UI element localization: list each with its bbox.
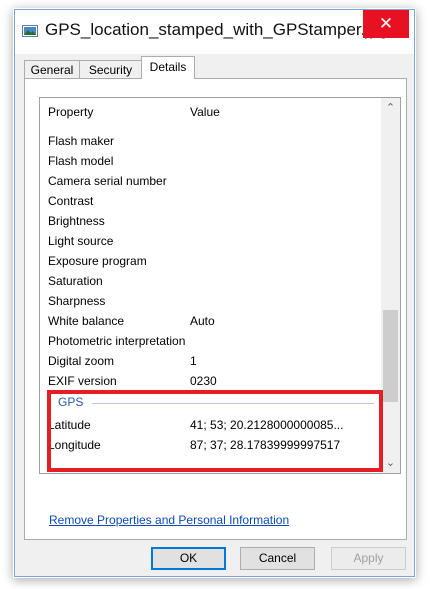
tab-security[interactable]: Security	[79, 60, 142, 78]
property-name: Flash maker	[48, 134, 115, 148]
property-row[interactable]: Saturation	[40, 271, 380, 291]
property-name: Contrast	[48, 194, 94, 208]
property-name: Longitude	[48, 438, 101, 452]
property-row[interactable]: Light source	[40, 231, 380, 251]
property-name: EXIF version	[48, 374, 117, 388]
vertical-scrollbar[interactable]: ⌃ ⌄	[381, 98, 400, 473]
property-value: 0230	[190, 374, 217, 388]
property-row[interactable]: Digital zoom 1	[40, 351, 380, 371]
chevron-up-icon: ⌃	[385, 102, 396, 114]
property-row[interactable]: Exposure program	[40, 251, 380, 271]
column-header: Property Value	[40, 98, 380, 126]
tab-general[interactable]: General	[24, 60, 80, 78]
property-row[interactable]: Sharpness	[40, 291, 380, 311]
group-divider	[92, 403, 374, 404]
property-column-header[interactable]: Property	[48, 105, 93, 119]
property-value: 1	[190, 354, 197, 368]
close-button[interactable]: ✕	[363, 10, 409, 38]
property-name: Brightness	[48, 214, 105, 228]
scroll-down-button[interactable]: ⌄	[381, 453, 400, 473]
tab-details[interactable]: Details	[141, 56, 195, 79]
property-list[interactable]: Property Value Flash maker Flash model C…	[39, 97, 401, 474]
property-name: Sharpness	[48, 294, 106, 308]
details-panel: Property Value Flash maker Flash model C…	[24, 78, 407, 540]
value-column-header[interactable]: Value	[190, 105, 220, 119]
property-row[interactable]: Camera serial number	[40, 171, 380, 191]
property-row[interactable]: White balance Auto	[40, 311, 380, 331]
property-name: Saturation	[48, 274, 103, 288]
property-name: Latitude	[48, 418, 91, 432]
property-row[interactable]: Brightness	[40, 211, 380, 231]
scroll-up-button[interactable]: ⌃	[381, 98, 400, 118]
property-value: 87; 37; 28.17839999997517	[190, 438, 341, 452]
window-title: GPS_location_stamped_with_GPStamper.jpg …	[45, 20, 407, 39]
property-name: Flash model	[48, 154, 114, 168]
properties-dialog: GPS_location_stamped_with_GPStamper.jpg …	[14, 9, 415, 577]
property-name: Light source	[48, 234, 114, 248]
apply-button[interactable]: Apply	[331, 547, 406, 570]
property-name: Camera serial number	[48, 174, 167, 188]
ok-button[interactable]: OK	[151, 547, 226, 570]
property-row[interactable]: Flash maker	[40, 131, 380, 151]
remove-properties-link[interactable]: Remove Properties and Personal Informati…	[49, 513, 289, 527]
scroll-thumb[interactable]	[383, 310, 398, 402]
title-bar[interactable]: GPS_location_stamped_with_GPStamper.jpg …	[15, 10, 414, 54]
cancel-button[interactable]: Cancel	[240, 547, 315, 570]
property-row[interactable]: Photometric interpretation	[40, 331, 380, 351]
gps-group-header: GPS	[50, 395, 374, 411]
property-name: Photometric interpretation	[48, 334, 186, 348]
property-name: Exposure program	[48, 254, 147, 268]
property-row[interactable]: Contrast	[40, 191, 380, 211]
property-value: 41; 53; 20.2128000000085...	[190, 418, 344, 432]
chevron-down-icon: ⌄	[385, 457, 396, 469]
image-file-icon	[22, 25, 38, 37]
property-row[interactable]: Flash model	[40, 151, 380, 171]
property-name: White balance	[48, 314, 125, 328]
close-icon: ✕	[378, 14, 394, 33]
latitude-row[interactable]: Latitude 41; 53; 20.2128000000085...	[40, 415, 380, 435]
property-row[interactable]: EXIF version 0230	[40, 371, 380, 391]
gps-group-label: GPS	[58, 395, 84, 409]
property-name: Digital zoom	[48, 354, 115, 368]
longitude-row[interactable]: Longitude 87; 37; 28.17839999997517	[40, 435, 380, 455]
property-value: Auto	[190, 314, 215, 328]
